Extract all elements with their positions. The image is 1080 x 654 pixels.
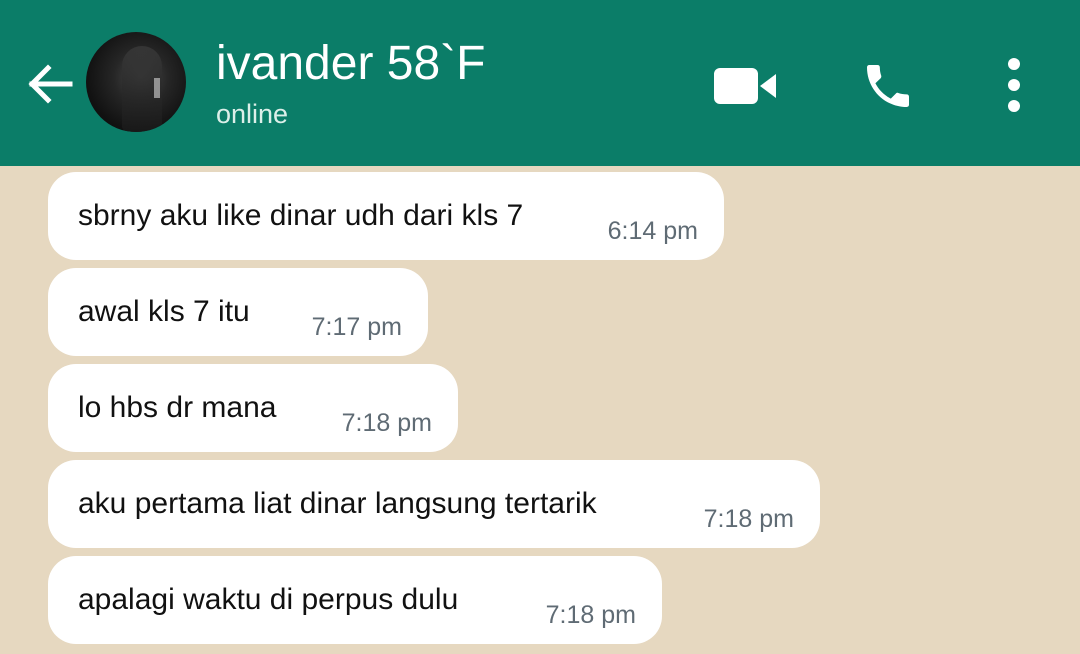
chat-header: ivander 58`F online xyxy=(0,0,1080,166)
more-options-icon[interactable] xyxy=(1002,56,1026,114)
voice-call-icon[interactable] xyxy=(860,58,916,114)
chat-messages-area[interactable]: sbrny aku like dinar udh dari kls 7 6:14… xyxy=(0,166,1080,654)
message-bubble[interactable]: sbrny aku like dinar udh dari kls 7 6:14… xyxy=(48,172,724,260)
message-time: 6:14 pm xyxy=(607,217,698,245)
message-text: apalagi waktu di perpus dulu xyxy=(78,583,459,616)
message-bubble[interactable]: awal kls 7 itu 7:17 pm xyxy=(48,268,428,356)
message-time: 7:18 pm xyxy=(341,409,432,437)
message-bubble[interactable]: aku pertama liat dinar langsung tertarik… xyxy=(48,460,820,548)
message-bubble[interactable]: lo hbs dr mana 7:18 pm xyxy=(48,364,458,452)
contact-avatar[interactable] xyxy=(86,32,186,132)
video-call-icon[interactable] xyxy=(714,66,776,106)
message-text: sbrny aku like dinar udh dari kls 7 xyxy=(78,199,524,232)
message-time: 7:18 pm xyxy=(703,505,794,533)
back-arrow-icon[interactable] xyxy=(24,58,76,110)
contact-name[interactable]: ivander 58`F xyxy=(216,36,485,92)
message-time: 7:17 pm xyxy=(311,313,402,341)
message-time: 7:18 pm xyxy=(545,601,636,629)
message-text: lo hbs dr mana xyxy=(78,391,277,424)
avatar-highlight xyxy=(154,78,160,98)
contact-status: online xyxy=(216,99,289,129)
message-bubble[interactable]: apalagi waktu di perpus dulu 7:18 pm xyxy=(48,556,662,644)
message-text: awal kls 7 itu xyxy=(78,295,250,328)
message-text: aku pertama liat dinar langsung tertarik xyxy=(78,487,597,520)
